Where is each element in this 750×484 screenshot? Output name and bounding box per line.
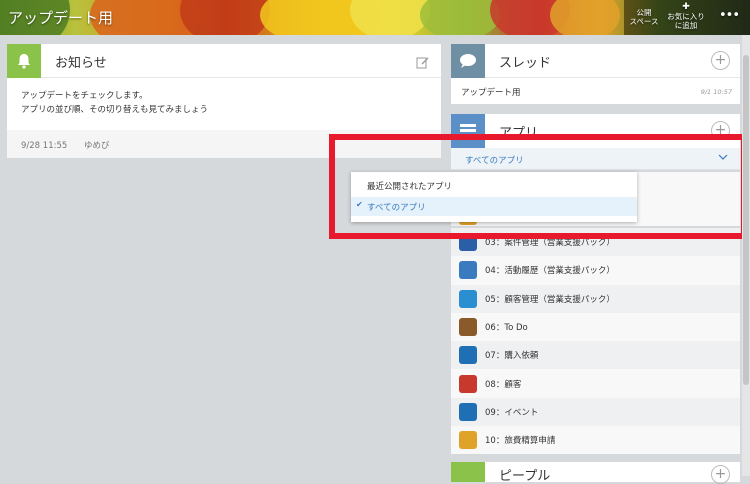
thread-item[interactable]: アップデート用 9/1 10:57 xyxy=(451,78,740,106)
speech-bubble-icon xyxy=(451,44,485,78)
app-list-item[interactable]: 08：顧客 xyxy=(451,369,740,398)
bus-icon xyxy=(459,431,477,450)
add-favorite-button[interactable]: ✚ お気に入り に追加 xyxy=(664,0,708,35)
thread-card: スレッド + アップデート用 9/1 10:57 xyxy=(451,44,740,104)
thread-title: スレッド xyxy=(499,56,552,71)
app-list-item-label: 07：購入依頼 xyxy=(485,351,539,362)
app-list-item-label: 04：活動履歴（営業支援パック） xyxy=(485,266,615,277)
favorite-label-1: お気に入り xyxy=(667,12,705,21)
more-icon: ••• xyxy=(718,8,740,23)
more-menu-button[interactable]: ••• xyxy=(708,0,750,35)
clipboard-check-icon xyxy=(459,318,477,337)
notice-body: アップデートをチェックします。 アプリの並び順、その切り替えも見てみましょう xyxy=(7,78,441,129)
app-list: 03：案件管理（営業支援パック） 04：活動履歴（営業支援パック） 05：顧客管理（… xyxy=(451,228,740,455)
person-icon xyxy=(451,462,485,482)
app-list-item[interactable]: 07：購入依頼 xyxy=(451,341,740,370)
space-header: アップデート用 公開 スペース ✚ お気に入り に追加 ••• xyxy=(0,0,750,35)
highlight-box xyxy=(329,134,747,239)
paperclip-icon xyxy=(459,402,477,421)
edit-note-icon xyxy=(459,261,477,280)
thread-item-label: アップデート用 xyxy=(461,88,521,98)
public-space-label-2: スペース xyxy=(629,17,659,27)
space-title: アップデート用 xyxy=(8,9,114,27)
people-title: ピープル xyxy=(499,469,551,484)
app-list-item[interactable]: 09：イベント xyxy=(451,397,740,427)
app-list-item[interactable]: 10：旅費精算申請 xyxy=(451,426,740,455)
bell-icon xyxy=(7,44,41,78)
thread-item-date: 9/1 10:57 xyxy=(700,88,732,96)
favorite-label-2: に追加 xyxy=(674,21,698,31)
pin-icon: ✚ xyxy=(682,2,690,12)
notice-line-1: アップデートをチェックします。 xyxy=(21,91,148,101)
app-list-item-label: 05：顧客管理（営業支援パック） xyxy=(485,294,615,305)
public-space-button[interactable]: 公開 スペース xyxy=(624,0,664,35)
edit-icon[interactable] xyxy=(416,54,429,73)
notice-card-header: お知らせ xyxy=(7,44,441,78)
app-list-item-label: 09：イベント xyxy=(485,407,539,418)
app-list-item-label: 10：旅費精算申請 xyxy=(485,436,556,447)
people-card: ピープル + xyxy=(451,462,740,484)
notice-author[interactable]: ゆめび xyxy=(84,141,110,151)
paperclip-icon xyxy=(459,346,477,365)
thread-card-header: スレッド + xyxy=(451,44,740,78)
page-scrollbar[interactable] xyxy=(742,35,750,476)
add-people-button[interactable]: + xyxy=(711,465,730,484)
app-list-item-label: 06：To Do xyxy=(485,323,528,334)
app-list-item[interactable]: 05：顧客管理（営業支援パック） xyxy=(451,284,740,313)
binders-icon xyxy=(459,374,477,393)
app-list-item[interactable]: 06：To Do xyxy=(451,312,740,342)
app-list-item[interactable]: 04：活動履歴（営業支援パック） xyxy=(451,256,740,285)
notice-date: 9/28 11:55 xyxy=(21,141,68,151)
id-card-icon xyxy=(459,289,477,308)
notice-line-2: アプリの並び順、その切り替えも見てみましょう xyxy=(21,104,209,115)
notice-title: お知らせ xyxy=(55,56,107,71)
public-space-label-1: 公開 xyxy=(636,8,652,17)
add-thread-button[interactable]: + xyxy=(711,51,730,70)
scrollbar-thumb[interactable] xyxy=(743,55,749,385)
app-list-item-label: 08：顧客 xyxy=(485,379,522,390)
